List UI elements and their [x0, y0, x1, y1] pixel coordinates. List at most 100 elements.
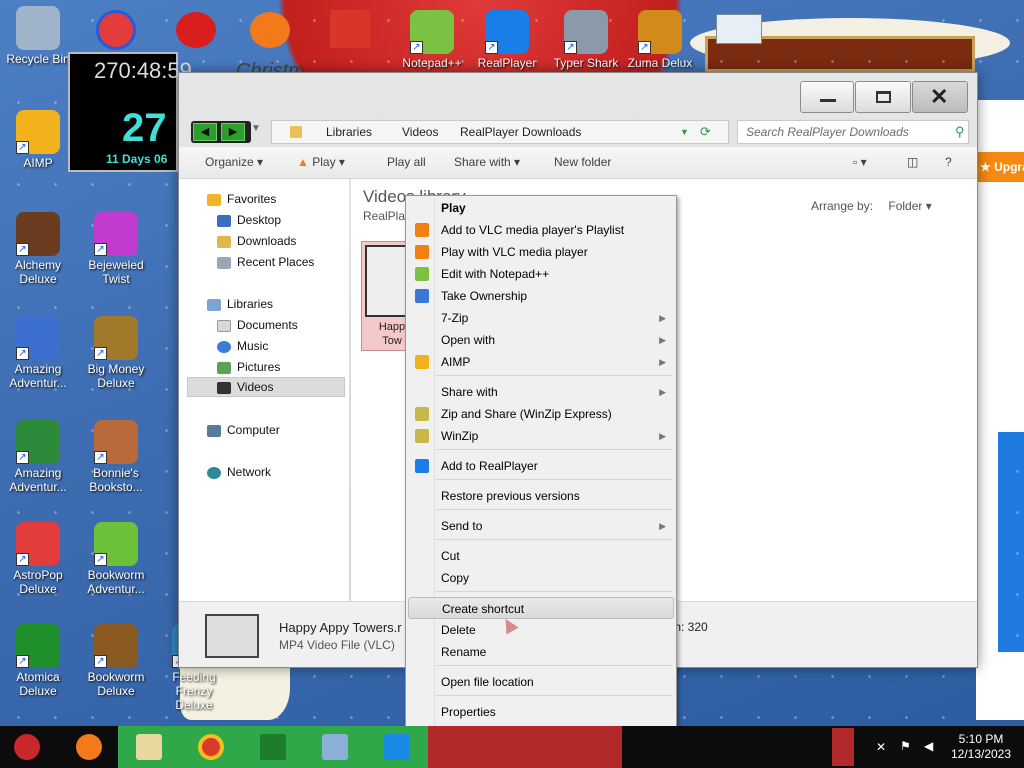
view-options-icon[interactable]: ▫ ▾ [853, 155, 867, 169]
app-icon: ↗ [16, 522, 60, 566]
maximize-button[interactable] [855, 81, 911, 113]
play-button[interactable]: ▲ Play ▾ [297, 155, 345, 169]
taskbar-firefox[interactable] [64, 726, 112, 768]
nav-item-favorites[interactable]: Favorites [207, 192, 276, 206]
search-input[interactable]: Search RealPlayer Downloads [737, 120, 969, 144]
new-folder-button[interactable]: New folder [554, 155, 611, 169]
close-button[interactable]: ✕ [912, 81, 968, 113]
recent-pages-chevron-icon[interactable]: ▼ [251, 123, 261, 134]
nav-item-music[interactable]: Music [217, 339, 268, 353]
menu-item-play-with-vlc-media-player[interactable]: Play with VLC media player [408, 241, 674, 263]
title-bar[interactable]: ✕ [179, 73, 977, 119]
desktop-icon-firefox[interactable] [250, 12, 290, 48]
desktop-icon[interactable]: ↗ Bookworm Adventur... [78, 522, 154, 596]
desktop-icon[interactable]: ↗ AIMP [0, 110, 76, 170]
nav-item-network[interactable]: Network [207, 465, 271, 479]
nav-item-libraries[interactable]: Libraries [207, 297, 273, 311]
menu-item-7-zip[interactable]: 7-Zip ▶ [408, 307, 674, 329]
volume-icon[interactable]: ◀ [924, 739, 933, 753]
arrange-by[interactable]: Arrange by: Folder ▾ [811, 199, 932, 213]
menu-item-winzip[interactable]: WinZip ▶ [408, 425, 674, 447]
nav-item-recent-places[interactable]: Recent Places [217, 255, 314, 269]
breadcrumb-videos[interactable]: Videos [402, 121, 438, 143]
desktop-icon-red-character[interactable] [176, 12, 216, 48]
menu-item-restore-previous-versions[interactable]: Restore previous versions [408, 485, 674, 507]
minimize-button[interactable] [800, 81, 854, 113]
menu-item-aimp[interactable]: AIMP ▶ [408, 351, 674, 373]
back-arrow-icon[interactable]: ◀ [193, 123, 217, 141]
breadcrumb-libraries[interactable]: Libraries [326, 121, 372, 143]
menu-item-play[interactable]: Play [408, 197, 674, 219]
desktop-icon[interactable]: ↗ Amazing Adventur... [0, 420, 76, 494]
taskbar-downloader[interactable] [372, 726, 420, 768]
menu-item-cut[interactable]: Cut [408, 545, 674, 567]
menu-item-zip-and-share-winzip-express[interactable]: Zip and Share (WinZip Express) [408, 403, 674, 425]
play-all-button[interactable]: Play all [387, 155, 426, 169]
share-with-button[interactable]: Share with ▾ [454, 155, 520, 169]
menu-item-create-shortcut[interactable]: Create shortcut [408, 597, 674, 619]
menu-item-delete[interactable]: Delete [408, 619, 674, 641]
desktop-icon-realplayer[interactable]: ↗ RealPlayer [469, 10, 545, 70]
desktop-icon[interactable]: ↗ Bejeweled Twist [78, 212, 154, 286]
nav-item-videos[interactable]: Videos [217, 380, 273, 394]
desktop-icon [217, 214, 231, 227]
shortcut-arrow-icon: ↗ [16, 141, 29, 154]
action-center-icon[interactable]: ⚑ [900, 739, 911, 753]
search-icon[interactable]: ⚲ [955, 124, 965, 140]
menu-item-edit-with-notepad[interactable]: Edit with Notepad++ [408, 263, 674, 285]
close-icon: ✕ [930, 84, 949, 109]
help-icon[interactable]: ? [945, 155, 952, 169]
nav-item-downloads[interactable]: Downloads [217, 234, 296, 248]
menu-item-add-to-vlc-media-player-s-playlist[interactable]: Add to VLC media player's Playlist [408, 219, 674, 241]
nav-item-desktop[interactable]: Desktop [217, 213, 281, 227]
nav-label: Pictures [237, 360, 281, 374]
menu-item-properties[interactable]: Properties [408, 701, 674, 723]
nav-item-documents[interactable]: Documents [217, 318, 298, 332]
taskbar-explorer[interactable] [124, 726, 172, 768]
breadcrumb-realplayer-downloads[interactable]: RealPlayer Downloads [460, 121, 581, 143]
desktop-icon-window-preview[interactable] [716, 14, 762, 44]
realplayer-icon [415, 459, 429, 473]
refresh-icon[interactable]: ⟳ [700, 121, 711, 143]
desktop-icon-shrine[interactable] [330, 10, 370, 48]
show-hidden-icons[interactable] [832, 728, 854, 766]
start-button[interactable] [2, 726, 50, 768]
nav-item-computer[interactable]: Computer [207, 423, 280, 437]
menu-item-open-file-location[interactable]: Open file location [408, 671, 674, 693]
desktop-icon[interactable]: ↗ Bonnie's Booksto... [78, 420, 154, 494]
desktop-icon-zuma[interactable]: ↗ Zuma Delux [622, 10, 698, 70]
menu-item-take-ownership[interactable]: Take Ownership [408, 285, 674, 307]
desktop-icon[interactable]: ↗ Alchemy Deluxe [0, 212, 76, 286]
notepad-icon [415, 267, 429, 281]
countdown-clock-gadget[interactable]: 270:48:59 Christm 27 11 Days 06 [68, 52, 305, 172]
address-dropdown-icon[interactable]: ▼ [680, 121, 689, 143]
menu-item-copy[interactable]: Copy [408, 567, 674, 589]
app-icon: ↗ [16, 212, 60, 256]
desktop-icon-game-2[interactable] [96, 10, 136, 50]
menu-item-label: Edit with Notepad++ [441, 267, 550, 281]
taskbar-chrome[interactable] [186, 726, 234, 768]
desktop-icon-typer-shark[interactable]: ↗ Typer Shark [548, 10, 624, 70]
desktop-icon[interactable]: ↗ Atomica Deluxe [0, 624, 76, 698]
nav-item-pictures[interactable]: Pictures [217, 360, 280, 374]
menu-item-open-with[interactable]: Open with ▶ [408, 329, 674, 351]
menu-item-share-with[interactable]: Share with ▶ [408, 381, 674, 403]
taskbar-christmas-tree[interactable] [248, 726, 296, 768]
forward-arrow-icon[interactable]: ▶ [221, 123, 245, 141]
preview-pane-icon[interactable]: ◫ [907, 155, 918, 169]
address-bar[interactable]: Libraries Videos RealPlayer Downloads ▼ … [271, 120, 729, 144]
menu-item-send-to[interactable]: Send to ▶ [408, 515, 674, 537]
organize-button[interactable]: Organize ▾ [205, 155, 263, 169]
desktop-icon[interactable]: ↗ Bookworm Deluxe [78, 624, 154, 698]
firefox-icon [76, 734, 102, 760]
desktop-icon[interactable]: Recycle Bin [0, 6, 76, 66]
desktop-icon[interactable]: ↗ Big Money Deluxe [78, 316, 154, 390]
desktop-icon[interactable]: ↗ AstroPop Deluxe [0, 522, 76, 596]
tray-app-icon[interactable]: ✕ [876, 740, 886, 754]
taskbar-control-panel[interactable] [310, 726, 358, 768]
taskbar-clock[interactable]: 5:10 PM 12/13/2023 [946, 732, 1016, 762]
menu-item-add-to-realplayer[interactable]: Add to RealPlayer [408, 455, 674, 477]
desktop-icon-notepadpp[interactable]: ↗ Notepad++ [394, 10, 470, 70]
menu-item-rename[interactable]: Rename [408, 641, 674, 663]
desktop-icon[interactable]: ↗ Amazing Adventur... [0, 316, 76, 390]
